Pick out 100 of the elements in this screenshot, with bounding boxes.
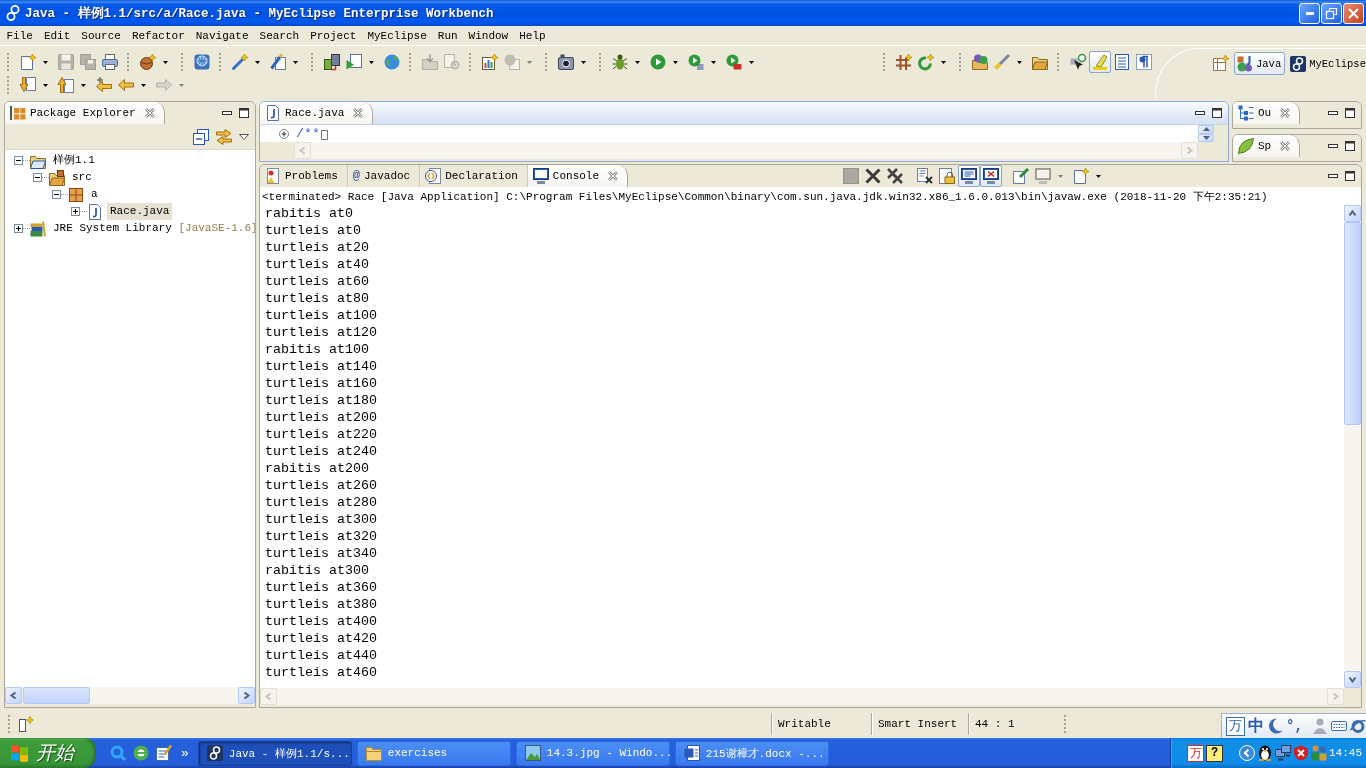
menu-item[interactable]: MyEclipse [361,26,433,45]
restore-button[interactable] [1321,2,1342,24]
arrows-swap-icon[interactable] [216,128,232,145]
perspective-button[interactable]: Java [1234,52,1286,75]
maximize-icon[interactable] [239,108,249,118]
toolbar-button[interactable] [958,165,981,187]
menu-item[interactable]: Run [432,26,464,45]
view-tab[interactable]: Sp [1233,135,1301,157]
fold-plus-icon[interactable] [279,128,289,139]
menu-item[interactable]: Help [513,26,552,45]
plus-box-icon[interactable] [71,207,80,216]
punctuation-toggle[interactable]: °, [1286,718,1303,734]
scroll-thumb[interactable] [23,687,90,704]
close-icon[interactable] [1280,108,1291,118]
caret-down-icon [163,60,168,64]
console-line: turtleis at400 [265,613,378,630]
editor-text-area[interactable]: /** [260,125,1198,142]
console-line: turtleis at340 [265,545,378,562]
close-icon[interactable] [144,108,155,118]
disc-icon[interactable] [133,745,149,761]
task-button[interactable]: exercises [356,740,511,766]
minus-box-icon[interactable] [33,173,42,182]
keyboard-icon[interactable] [1330,718,1347,734]
task-button[interactable]: 14.3.jpg - Windo... [515,740,670,766]
maximize-icon[interactable] [1212,108,1222,118]
tree-item[interactable]: 样例1.1 [50,152,98,169]
ime-logo[interactable]: 万 [1187,744,1204,762]
console-line: turtleis at20 [265,239,370,256]
menu-item[interactable]: Edit [38,26,76,45]
tree-item[interactable]: src [69,169,95,186]
ime-logo[interactable]: 万 [1226,716,1245,736]
minus-box-icon[interactable] [14,156,23,165]
scroll-down-button[interactable] [1198,133,1214,142]
chevron-left-icon[interactable] [1239,745,1255,761]
task-button[interactable]: Java - 样例1.1/s... [197,740,352,766]
minimize-icon[interactable] [1195,111,1205,115]
maximize-icon[interactable] [1345,108,1355,118]
view-tab[interactable]: Package Explorer [5,102,165,124]
servers-arrow-icon [324,54,340,70]
scroll-up-button[interactable] [1198,125,1214,134]
penguin-icon[interactable] [1257,745,1273,761]
vertical-scrollbar[interactable] [1344,205,1361,688]
highlighter-icon [1092,54,1108,70]
scroll-down-button[interactable] [1344,671,1361,688]
console-line: turtleis at80 [265,290,370,307]
view-tab[interactable]: Console [527,165,629,187]
tree-item[interactable]: JRE System Library [JavaSE-1.6] [50,220,255,237]
minimize-icon[interactable] [1328,144,1338,148]
monitors-icon[interactable] [1275,745,1291,761]
scroll-left-button[interactable] [5,687,22,704]
tree-item[interactable]: Race.java [107,203,173,220]
close-icon[interactable] [1280,141,1291,151]
menu-item[interactable]: Search [254,26,305,45]
console-line: turtleis at100 [265,307,378,324]
minus-squares-icon[interactable] [193,128,209,145]
menu-item[interactable]: File [1,26,39,45]
minimize-icon[interactable] [1328,111,1338,115]
tree-item[interactable]: a [88,186,101,203]
menu-item[interactable]: Window [463,26,514,45]
maximize-icon[interactable] [1345,171,1355,181]
perspective-button[interactable]: MyEclipse [1287,52,1366,75]
menu-item[interactable]: Refactor [126,26,191,45]
help-icon[interactable]: ? [1206,744,1223,762]
menu-item[interactable]: Project [304,26,362,45]
task-button[interactable]: 215谢樟才.docx -... [674,740,829,766]
toolbar-button[interactable] [1133,51,1155,73]
horizontal-scrollbar[interactable] [5,687,255,704]
shield-icon[interactable] [1293,745,1309,761]
window-title: Java - 样例1.1/src/a/Race.java - MyEclipse Enterprise Workbench [25,5,494,22]
minimize-button[interactable] [1299,2,1320,24]
toolbar-button[interactable] [980,165,1003,187]
close-icon[interactable] [353,108,364,118]
landscape-icon [524,745,541,761]
play-circle-icon [650,54,666,70]
swirl-icon[interactable] [1349,718,1366,734]
panel-sparkle-icon[interactable] [18,715,34,732]
globe-page-icon [504,54,520,70]
ime-mode-toggle[interactable]: 中 [1248,715,1264,737]
scroll-up-button[interactable] [1344,205,1361,222]
moon-icon[interactable] [1267,718,1283,734]
close-button[interactable] [1343,2,1364,24]
start-button[interactable]: 开始 [0,738,96,768]
minimize-icon[interactable] [222,111,232,115]
minimize-icon[interactable] [1328,174,1338,178]
toolbar-button[interactable] [321,51,343,73]
menu-item[interactable]: Navigate [190,26,255,45]
notepad-icon[interactable] [156,745,172,761]
toolbar-button[interactable] [479,51,501,73]
scroll-thumb[interactable] [1344,222,1361,425]
menu-item[interactable]: Source [75,26,127,45]
menu-triangle-icon[interactable] [239,133,249,140]
minus-box-icon[interactable] [52,190,61,199]
scroll-right-button[interactable] [238,687,255,704]
plus-box-icon[interactable] [14,224,23,233]
maximize-icon[interactable] [1345,141,1355,151]
close-icon[interactable] [608,171,619,181]
caret-down-icon [527,60,532,64]
view-tab[interactable]: Race.java [260,102,374,124]
more-button[interactable]: » [181,745,189,761]
view-tab[interactable]: Ou [1233,102,1301,124]
